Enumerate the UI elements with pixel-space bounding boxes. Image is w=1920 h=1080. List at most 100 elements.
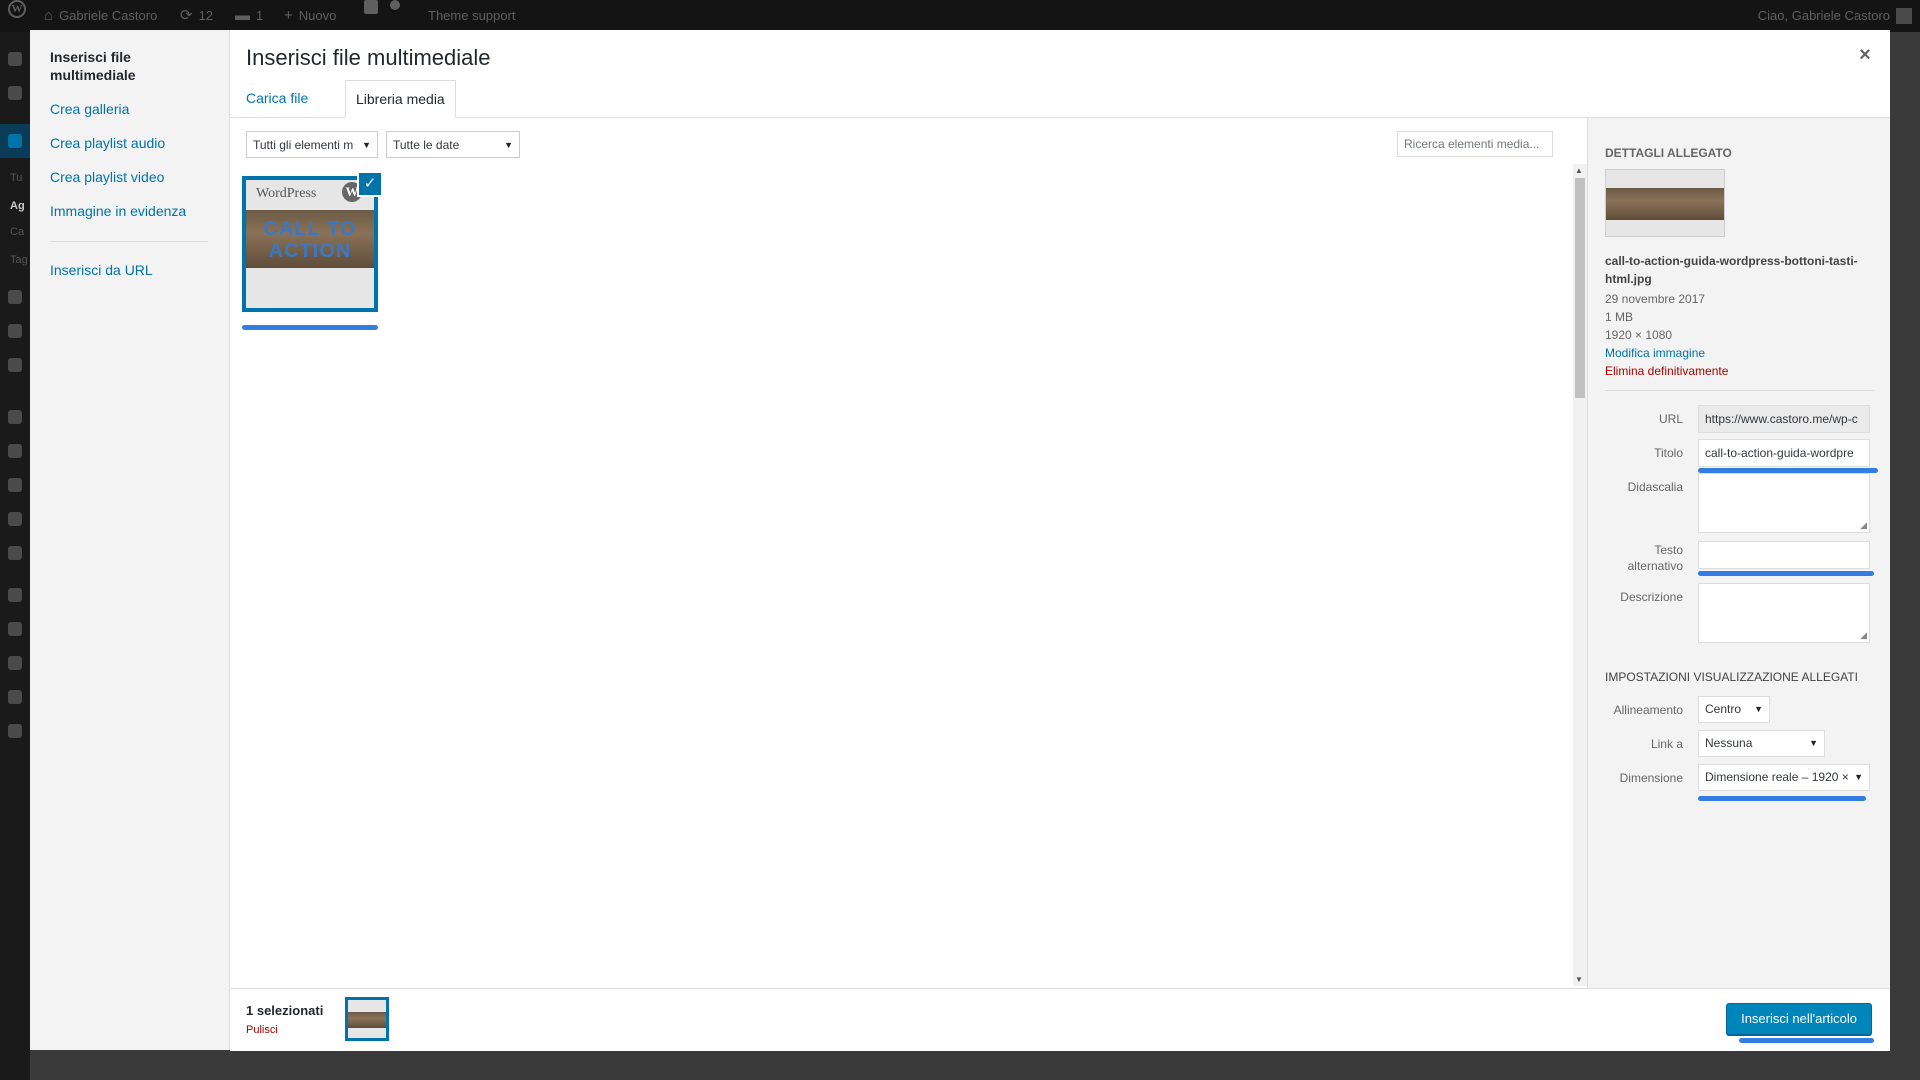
scroll-up-icon[interactable]: ▲	[1575, 166, 1583, 175]
menu-item-create-video-playlist[interactable]: Crea playlist video	[50, 169, 164, 185]
admin-menu-label-partial[interactable]: Tag	[10, 254, 28, 266]
attachment-filesize: 1 MB	[1605, 310, 1634, 324]
description-textarea[interactable]: ◢	[1698, 583, 1870, 643]
plus-icon: +	[284, 7, 293, 24]
size-label: Dimensione	[1619, 771, 1683, 785]
preview-graphic	[1606, 188, 1724, 220]
size-select[interactable]: Dimensione reale – 1920 × ▼	[1698, 764, 1870, 791]
scrollbar[interactable]: ▲ ▼	[1573, 164, 1587, 986]
link-to-select[interactable]: Nessuna ▼	[1698, 730, 1825, 757]
plugins-icon[interactable]	[8, 444, 22, 458]
cta-line-1: CALL TO	[263, 218, 357, 240]
selection-count: 1 selezionati	[246, 1003, 324, 1018]
new-content-link[interactable]: + Nuovo	[284, 0, 336, 32]
dropdown-arrow-icon: ▼	[1809, 738, 1818, 748]
seo-icon[interactable]	[8, 588, 22, 602]
theme-support-link[interactable]: Theme support	[428, 0, 515, 32]
updates-link[interactable]: ⟳ 12	[180, 0, 213, 32]
details-separator	[1605, 390, 1874, 391]
media-type-filter[interactable]: Tutti gli elementi m ▼	[246, 131, 378, 158]
menu-item-create-gallery[interactable]: Crea galleria	[50, 101, 129, 117]
wordpress-logo-text: WordPress	[256, 186, 317, 201]
site-name-link[interactable]: ⌂ Gabriele Castoro	[44, 0, 157, 32]
refresh-icon: ⟳	[180, 7, 193, 24]
caption-label: Didascalia	[1627, 480, 1683, 494]
dropdown-arrow-icon: ▼	[1854, 772, 1863, 782]
home-icon: ⌂	[44, 7, 54, 24]
alignment-label: Allineamento	[1613, 703, 1683, 717]
pages-icon[interactable]	[8, 324, 22, 338]
url-label: URL	[1658, 412, 1683, 426]
plugin-icon[interactable]	[8, 622, 22, 636]
clear-selection-link[interactable]: Pulisci	[246, 1024, 278, 1036]
description-label: Descrizione	[1620, 590, 1683, 604]
call-to-action-text: CALL TO ACTION	[246, 218, 374, 262]
link-to-label: Link a	[1650, 737, 1683, 751]
media-search-input[interactable]: Ricerca elementi media...	[1397, 131, 1553, 157]
url-field[interactable]: https://www.castoro.me/wp-c	[1698, 405, 1870, 433]
comments-link[interactable]: ▬ 1	[235, 0, 263, 32]
appearance-icon[interactable]	[8, 410, 22, 424]
menu-item-create-audio-playlist[interactable]: Crea playlist audio	[50, 135, 165, 151]
scrollbar-thumb[interactable]	[1575, 178, 1585, 398]
menu-separator	[50, 241, 208, 242]
comments-icon[interactable]	[8, 358, 22, 372]
settings-icon[interactable]	[8, 546, 22, 560]
menu-item-insert-from-url[interactable]: Inserisci da URL	[50, 262, 153, 278]
attachment-details-heading: Dettagli allegato	[1605, 146, 1732, 160]
attachment-filename: call-to-action-guida-wordpress-bottoni-t…	[1605, 254, 1858, 286]
admin-bar: W ⌂ Gabriele Castoro ⟳ 12 ▬ 1 + Nuovo Th…	[0, 0, 1920, 32]
edit-image-link[interactable]: Modifica immagine	[1605, 346, 1705, 360]
dashboard-icon[interactable]	[8, 52, 22, 66]
dropdown-arrow-icon: ▼	[362, 140, 371, 150]
yoast-icon[interactable]	[364, 0, 378, 14]
attachment-thumbnail[interactable]: WordPress W CALL TO ACTION ✓	[242, 171, 383, 312]
modal-title: Inserisci file multimediale	[246, 45, 491, 70]
title-field[interactable]: call-to-action-guida-wordpre	[1698, 439, 1870, 467]
date-filter[interactable]: Tutte le date ▼	[386, 131, 520, 158]
highlight-underline	[1698, 796, 1866, 801]
jetpack-icon[interactable]	[8, 86, 22, 100]
wordpress-logo-icon[interactable]: W	[8, 0, 26, 18]
alignment-select[interactable]: Centro ▼	[1698, 696, 1770, 723]
tools-icon[interactable]	[8, 512, 22, 526]
selected-attachment-thumb[interactable]	[345, 997, 389, 1041]
highlight-underline	[1739, 1038, 1874, 1043]
collapse-icon[interactable]	[8, 724, 22, 738]
tab-media-library[interactable]: Libreria media	[345, 80, 456, 118]
insert-into-post-button[interactable]: Inserisci nell'articolo	[1726, 1003, 1872, 1035]
attachment-preview	[1605, 169, 1725, 237]
alt-text-field[interactable]	[1698, 541, 1870, 569]
clock-icon[interactable]	[8, 690, 22, 704]
scroll-down-icon[interactable]: ▼	[1575, 975, 1583, 984]
alt-text-label-line: alternativo	[1627, 559, 1683, 573]
admin-menu-label-partial[interactable]: Ca	[10, 226, 24, 238]
performance-icon[interactable]	[8, 656, 22, 670]
menu-item-insert-media[interactable]: Inserisci file multimediale	[50, 48, 200, 84]
close-icon[interactable]: ×	[1850, 40, 1880, 70]
tab-upload-files[interactable]: Carica file	[236, 80, 318, 116]
title-label: Titolo	[1654, 446, 1683, 460]
highlight-underline	[242, 325, 378, 330]
caption-textarea[interactable]: ◢	[1698, 473, 1870, 533]
dropdown-arrow-icon: ▼	[504, 140, 513, 150]
resize-grip-icon[interactable]: ◢	[1860, 520, 1867, 531]
pin-icon	[8, 134, 22, 148]
resize-grip-icon[interactable]: ◢	[1860, 630, 1867, 641]
account-menu[interactable]: Ciao, Gabriele Castoro	[1758, 0, 1912, 32]
cta-line-2: ACTION	[268, 240, 352, 262]
media-toolbar: 1 selezionati Pulisci Inserisci nell'art…	[230, 988, 1890, 1051]
users-icon[interactable]	[8, 478, 22, 492]
highlight-underline	[1698, 571, 1874, 576]
admin-menu-label-partial[interactable]: Ag	[10, 200, 25, 212]
alt-text-label-line: Testo	[1654, 543, 1683, 557]
dropdown-arrow-icon: ▼	[1754, 704, 1763, 714]
attachments-browser: Tutti gli elementi m ▼ Tutte le date ▼ R…	[230, 118, 1577, 988]
admin-menu-label-partial[interactable]: Tu	[10, 172, 22, 184]
menu-item-featured-image[interactable]: Immagine in evidenza	[50, 203, 186, 219]
status-dot-icon	[390, 0, 400, 10]
delete-permanently-link[interactable]: Elimina definitivamente	[1605, 364, 1728, 378]
media-frame-menu: Inserisci file multimediale Crea galleri…	[30, 30, 230, 1050]
checkmark-icon[interactable]: ✓	[357, 171, 383, 197]
media-icon[interactable]	[8, 290, 22, 304]
